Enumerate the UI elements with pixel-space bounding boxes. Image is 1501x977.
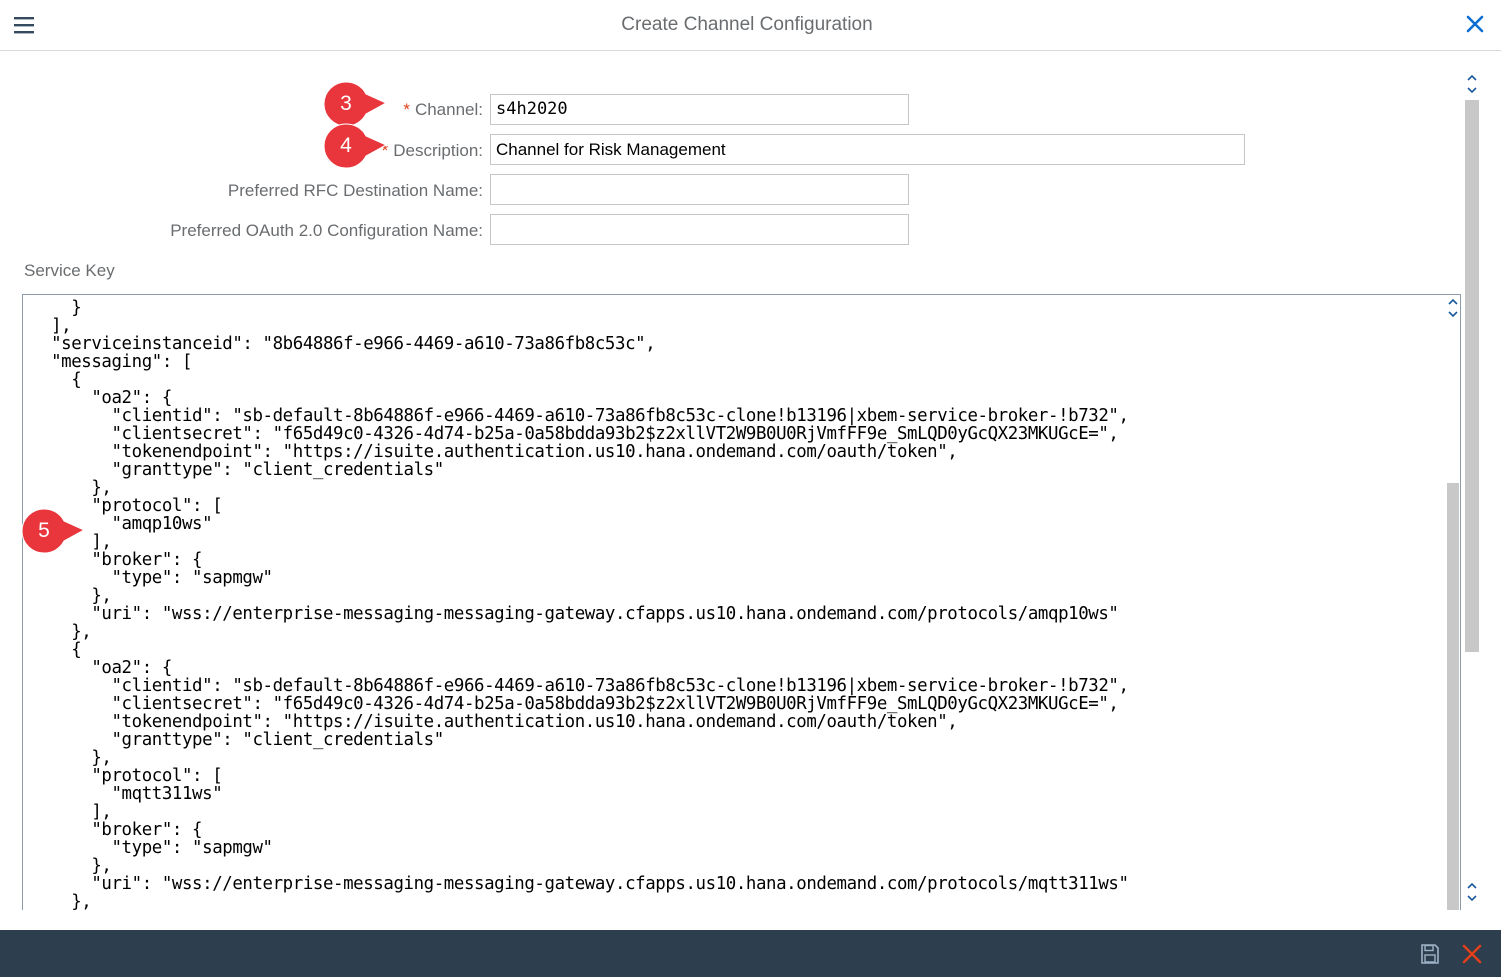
page-scroll-thumb[interactable]: [1465, 100, 1479, 652]
channel-input[interactable]: s4h2020: [490, 94, 909, 125]
service-key-text[interactable]: } ], "serviceinstanceid": "8b64886f-e966…: [41, 299, 1129, 910]
callout-marker-4: 4: [322, 122, 388, 170]
description-input[interactable]: Channel for Risk Management: [490, 134, 1245, 165]
save-icon[interactable]: [1418, 942, 1442, 966]
chevron-up-down-icon[interactable]: [1466, 881, 1478, 903]
chevron-up-down-icon[interactable]: [1466, 73, 1478, 95]
textarea-scrollbar[interactable]: [1445, 295, 1460, 910]
close-icon[interactable]: [1463, 12, 1487, 36]
page-scrollbar[interactable]: [1465, 70, 1481, 910]
footer-toolbar: [0, 930, 1501, 977]
page-title: Create Channel Configuration: [621, 14, 873, 35]
oauth-config-label: Preferred OAuth 2.0 Configuration Name:: [170, 221, 483, 240]
callout-marker-3: 3: [322, 80, 388, 128]
rfc-destination-input[interactable]: [490, 174, 909, 205]
required-indicator: *: [403, 100, 410, 119]
rfc-destination-label: Preferred RFC Destination Name:: [227, 181, 483, 200]
cancel-icon[interactable]: [1460, 942, 1484, 966]
dialog-header: Create Channel Configuration: [0, 0, 1501, 51]
callout-marker-5: 5: [20, 507, 86, 555]
textarea-scroll-thumb[interactable]: [1447, 483, 1459, 910]
service-key-textarea[interactable]: } ], "serviceinstanceid": "8b64886f-e966…: [22, 294, 1461, 910]
chevron-up-down-icon[interactable]: [1447, 297, 1459, 319]
service-key-label: Service Key: [24, 261, 115, 280]
channel-label: * Channel:: [403, 100, 483, 119]
oauth-config-input[interactable]: [490, 214, 909, 245]
description-label: * Description:: [381, 141, 483, 160]
